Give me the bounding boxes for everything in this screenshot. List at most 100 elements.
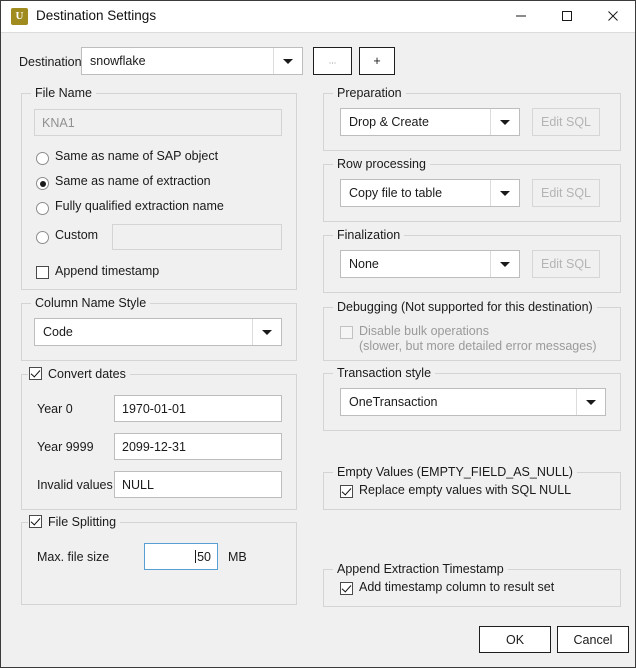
cancel-button-label: Cancel — [573, 632, 613, 647]
append-timestamp-label: Append timestamp — [55, 264, 160, 278]
convert-dates-group: Convert dates Year 0 1970-01-01 Year 999… — [21, 367, 297, 510]
minimize-button[interactable] — [498, 1, 544, 31]
ok-button[interactable]: OK — [479, 626, 551, 653]
destination-settings-dialog: U Destination Settings Destination snowf… — [0, 0, 636, 668]
disable-bulk-operations-checkbox[interactable] — [340, 326, 353, 339]
year-0-label: Year 0 — [37, 402, 73, 416]
radio-fully-qualified-name-label: Fully qualified extraction name — [55, 199, 224, 213]
preparation-edit-sql-button[interactable]: Edit SQL — [532, 108, 600, 136]
chevron-down-icon[interactable] — [490, 109, 519, 135]
max-file-size-label: Max. file size — [37, 550, 110, 564]
column-name-style-value: Code — [43, 325, 73, 339]
row-processing-select[interactable]: Copy file to table — [340, 179, 520, 207]
file-name-group: File Name KNA1 Same as name of SAP objec… — [21, 86, 297, 290]
empty-values-group: Empty Values (EMPTY_FIELD_AS_NULL) Repla… — [323, 465, 621, 510]
add-timestamp-column-label: Add timestamp column to result set — [359, 580, 555, 594]
year-9999-label: Year 9999 — [37, 440, 94, 454]
maximize-button[interactable] — [544, 1, 590, 31]
year-0-input[interactable]: 1970-01-01 — [114, 395, 282, 422]
row-processing-edit-sql-label: Edit SQL — [540, 186, 592, 200]
invalid-values-value: NULL — [122, 477, 154, 492]
title-bar: U Destination Settings — [1, 1, 635, 33]
file-name-input-value: KNA1 — [42, 115, 75, 130]
radio-custom[interactable] — [36, 231, 49, 244]
radio-same-as-sap-object[interactable] — [36, 152, 49, 165]
convert-dates-group-title: Convert dates — [28, 367, 130, 381]
transaction-style-group: Transaction style OneTransaction — [323, 366, 621, 431]
row-processing-group-title: Row processing — [333, 157, 430, 171]
max-file-size-unit: MB — [228, 550, 247, 564]
chevron-down-icon[interactable] — [576, 389, 605, 415]
invalid-values-label: Invalid values — [37, 478, 113, 492]
finalization-group-title: Finalization — [333, 228, 405, 242]
preparation-value: Drop & Create — [349, 115, 429, 129]
close-icon — [608, 11, 618, 21]
transaction-style-select[interactable]: OneTransaction — [340, 388, 606, 416]
preparation-group: Preparation Drop & Create Edit SQL — [323, 86, 621, 151]
destination-label: Destination — [19, 55, 82, 69]
convert-dates-checkbox[interactable] — [29, 367, 42, 380]
finalization-edit-sql-label: Edit SQL — [540, 257, 592, 271]
column-name-style-group: Column Name Style Code — [21, 296, 297, 361]
add-destination-label: + — [373, 54, 381, 68]
browse-destination-label: ... — [328, 55, 337, 66]
browse-destination-button[interactable]: ... — [313, 47, 352, 75]
debugging-group-title: Debugging (Not supported for this destin… — [333, 300, 597, 314]
append-extraction-timestamp-group: Append Extraction Timestamp Add timestam… — [323, 562, 621, 607]
file-splitting-checkbox[interactable] — [29, 515, 42, 528]
transaction-style-group-title: Transaction style — [333, 366, 436, 380]
invalid-values-input[interactable]: NULL — [114, 471, 282, 498]
file-splitting-group: File Splitting Max. file size 50 MB — [21, 515, 297, 605]
row-processing-group: Row processing Copy file to table Edit S… — [323, 157, 621, 222]
finalization-group: Finalization None Edit SQL — [323, 228, 621, 293]
cancel-button[interactable]: Cancel — [557, 626, 629, 653]
preparation-select[interactable]: Drop & Create — [340, 108, 520, 136]
ok-button-label: OK — [505, 632, 525, 647]
radio-same-as-sap-object-label: Same as name of SAP object — [55, 149, 219, 163]
preparation-group-title: Preparation — [333, 86, 406, 100]
append-timestamp-checkbox[interactable] — [36, 266, 49, 279]
row-processing-edit-sql-button[interactable]: Edit SQL — [532, 179, 600, 207]
window-title: Destination Settings — [36, 8, 157, 23]
app-icon-letter: U — [15, 10, 24, 22]
add-timestamp-column-checkbox[interactable] — [340, 582, 353, 595]
column-name-style-group-title: Column Name Style — [31, 296, 151, 310]
chevron-down-icon[interactable] — [490, 251, 519, 277]
debugging-group: Debugging (Not supported for this destin… — [323, 300, 621, 361]
destination-select-value: snowflake — [90, 54, 146, 68]
app-icon: U — [11, 8, 28, 25]
radio-custom-label: Custom — [55, 228, 99, 242]
radio-fully-qualified-name[interactable] — [36, 202, 49, 215]
file-name-input[interactable]: KNA1 — [34, 109, 282, 136]
year-0-value: 1970-01-01 — [122, 401, 186, 416]
minimize-icon — [516, 15, 526, 17]
add-destination-button[interactable]: + — [359, 47, 395, 75]
destination-select[interactable]: snowflake — [81, 47, 303, 75]
transaction-style-value: OneTransaction — [349, 395, 438, 409]
close-button[interactable] — [590, 1, 636, 31]
radio-same-as-extraction[interactable] — [36, 177, 49, 190]
chevron-down-icon[interactable] — [252, 319, 281, 345]
text-caret — [195, 550, 197, 563]
year-9999-input[interactable]: 2099-12-31 — [114, 433, 282, 460]
finalization-select[interactable]: None — [340, 250, 520, 278]
chevron-down-icon[interactable] — [273, 48, 302, 74]
column-name-style-select[interactable]: Code — [34, 318, 282, 346]
max-file-size-value: 50 — [197, 549, 211, 564]
custom-file-name-input[interactable] — [112, 224, 282, 250]
disable-bulk-operations-note: (slower, but more detailed error message… — [359, 339, 597, 353]
finalization-edit-sql-button[interactable]: Edit SQL — [532, 250, 600, 278]
preparation-edit-sql-label: Edit SQL — [540, 115, 592, 129]
row-processing-value: Copy file to table — [349, 186, 443, 200]
disable-bulk-operations-label: Disable bulk operations — [359, 324, 489, 338]
radio-same-as-extraction-label: Same as name of extraction — [55, 174, 211, 188]
append-extraction-timestamp-group-title: Append Extraction Timestamp — [333, 562, 508, 576]
max-file-size-input[interactable]: 50 — [144, 543, 218, 570]
maximize-icon — [562, 11, 572, 21]
year-9999-value: 2099-12-31 — [122, 439, 186, 454]
replace-empty-values-checkbox[interactable] — [340, 485, 353, 498]
finalization-value: None — [349, 257, 379, 271]
chevron-down-icon[interactable] — [490, 180, 519, 206]
empty-values-group-title: Empty Values (EMPTY_FIELD_AS_NULL) — [333, 465, 577, 479]
replace-empty-values-label: Replace empty values with SQL NULL — [359, 483, 572, 497]
